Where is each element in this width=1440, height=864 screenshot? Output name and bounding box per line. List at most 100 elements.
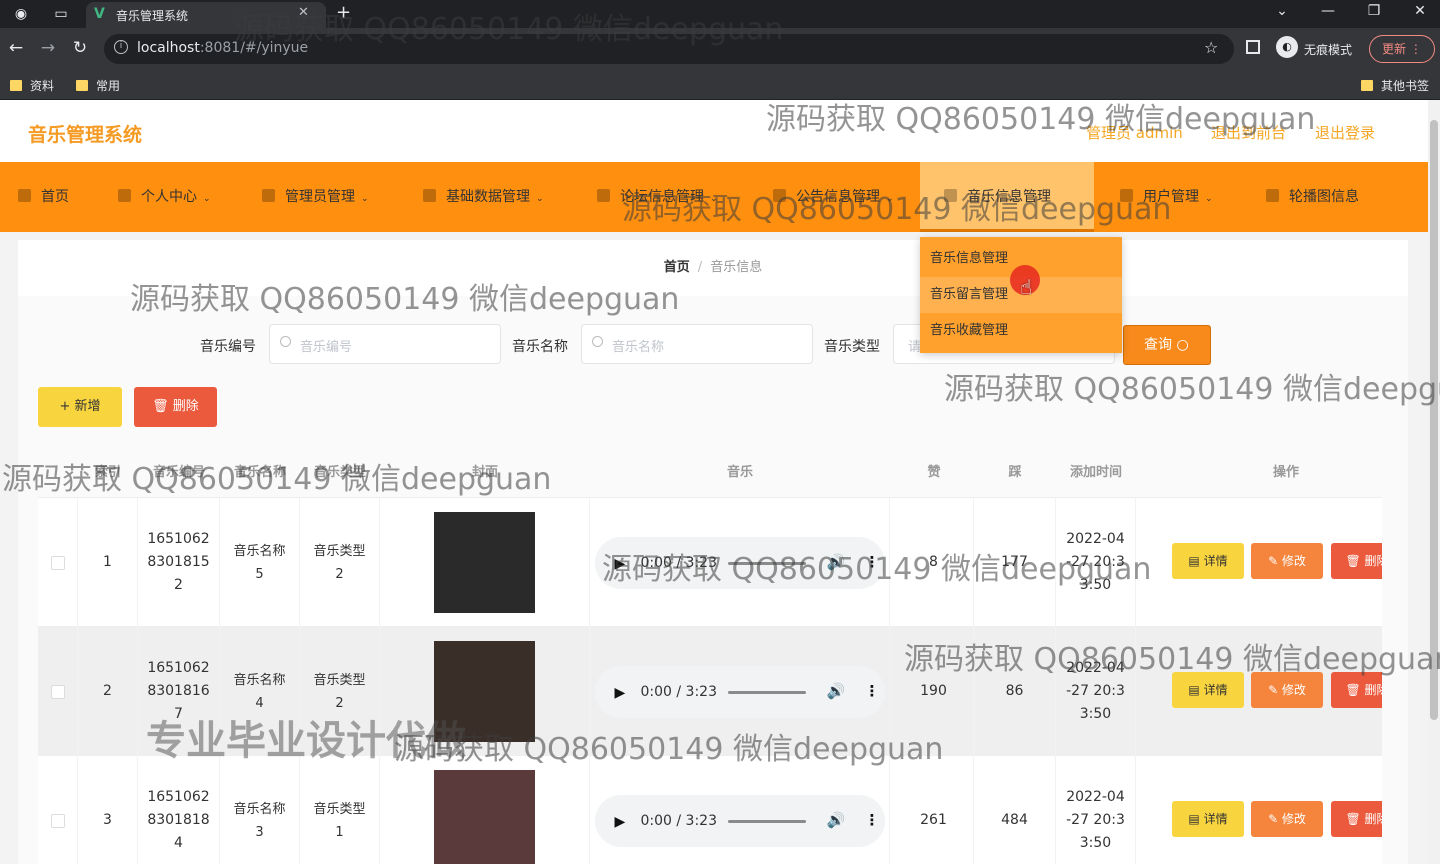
cell-likes: 261	[894, 756, 974, 864]
notice-icon	[773, 189, 786, 202]
row-checkbox[interactable]	[50, 813, 65, 828]
more-options-icon[interactable]: ⋮	[865, 551, 880, 574]
table-row: 1 1651062 8301815 2 音乐名称 5 音乐类型 2 ▶ 0:00 / 3:…	[38, 498, 1382, 627]
detail-button[interactable]: ▤ 详情	[1172, 801, 1244, 837]
home-icon	[18, 189, 31, 202]
new-tab-icon[interactable]: +	[336, 2, 351, 23]
more-options-icon[interactable]: ⋮	[865, 680, 880, 703]
main-menu: 首页 个人中心 ⌄ 管理员管理 ⌄ 基础数据管理 ⌄ 论坛信息管理 ⌄ 公告信息管理 ⌄ …	[0, 162, 1428, 232]
edit-button[interactable]: ✎ 修改	[1251, 543, 1323, 579]
exit-to-frontend-link[interactable]: 退出到前台	[1211, 122, 1286, 143]
menu-item-basic-data[interactable]: 基础数据管理 ⌄	[423, 162, 544, 232]
page-scrollbar[interactable]	[1428, 100, 1440, 864]
audio-player[interactable]: ▶ 0:00 / 3:23 🔊 ⋮	[594, 665, 885, 718]
play-icon[interactable]: ▶	[615, 811, 626, 834]
more-options-icon[interactable]: ⋮	[865, 809, 880, 832]
pointer-hand-icon: ☝	[1020, 275, 1033, 299]
breadcrumb-home[interactable]: 首页	[664, 260, 690, 275]
row-checkbox-cell	[38, 627, 78, 756]
edit-button[interactable]: ✎ 修改	[1251, 801, 1323, 837]
folder-icon	[76, 80, 88, 91]
menu-item-profile[interactable]: 个人中心 ⌄	[118, 162, 211, 232]
back-icon[interactable]: ←	[6, 38, 26, 58]
music-icon	[944, 189, 957, 202]
row-checkbox[interactable]	[50, 684, 65, 699]
detail-button[interactable]: ▤ 详情	[1172, 672, 1244, 708]
bookmark-star-icon[interactable]: ☆	[1204, 38, 1218, 57]
cell-likes: 8	[894, 498, 974, 627]
browser-tab[interactable]: V 音乐管理系统 ✕	[86, 2, 326, 28]
col-code: 音乐编号	[152, 465, 205, 480]
user-icon	[118, 189, 131, 202]
menu-item-home[interactable]: 首页	[18, 162, 69, 232]
query-button[interactable]: 查询 ○	[1123, 325, 1211, 365]
site-info-icon[interactable]: i	[114, 40, 128, 54]
menu-item-notice[interactable]: 公告信息管理 ⌄	[773, 162, 894, 232]
cell-actions: ▤ 详情✎ 修改🗑 删除	[1136, 756, 1382, 864]
tab-close-icon[interactable]: ✕	[298, 5, 309, 20]
cover-image[interactable]	[434, 512, 535, 613]
side-panel-icon[interactable]	[1246, 40, 1260, 54]
cell-index: 3	[78, 756, 138, 864]
volume-icon[interactable]: 🔊	[827, 680, 846, 703]
minimize-icon[interactable]: —	[1318, 3, 1338, 19]
logout-link[interactable]: 退出登录	[1315, 122, 1375, 143]
cover-image[interactable]	[434, 641, 535, 742]
menu-item-admin[interactable]: 管理员管理 ⌄	[262, 162, 369, 232]
other-bookmarks[interactable]: 其他书签	[1361, 77, 1429, 94]
menu-item-users[interactable]: 用户管理 ⌄	[1120, 162, 1213, 232]
row-checkbox-cell	[38, 756, 78, 864]
col-dislikes: 踩	[1008, 465, 1022, 480]
col-index: 索引	[94, 465, 121, 480]
col-name: 音乐名称	[233, 465, 286, 480]
menu-item-music[interactable]: 音乐信息管理	[920, 162, 1094, 232]
batch-delete-button[interactable]: 🗑 删除	[134, 387, 217, 427]
update-button[interactable]: 更新 ⋮	[1369, 35, 1435, 63]
submenu-music-favorites[interactable]: 音乐收藏管理	[920, 313, 1122, 349]
delete-button[interactable]: 🗑 删除	[1331, 801, 1382, 837]
reload-icon[interactable]: ↻	[70, 38, 90, 58]
audio-player[interactable]: ▶ 0:00 / 3:23 🔊 ⋮	[594, 794, 885, 847]
scrollbar-thumb[interactable]	[1430, 120, 1438, 720]
audio-progress[interactable]	[727, 561, 806, 565]
cover-image[interactable]	[434, 770, 535, 864]
search-label-type: 音乐类型	[824, 339, 880, 355]
incognito-icon[interactable]: ◐	[1276, 36, 1298, 58]
url-input[interactable]: i localhost:8081/#/yinyue ☆	[104, 34, 1234, 64]
play-icon[interactable]: ▶	[615, 682, 626, 705]
cell-type: 音乐类型 2	[300, 498, 380, 627]
cell-added-time: 2022-04 -27 20:3 3:50	[1056, 498, 1136, 627]
delete-button[interactable]: 🗑 删除	[1331, 543, 1382, 579]
tab-list-chevron-icon[interactable]: ⌄	[1272, 3, 1292, 19]
cell-audio: ▶ 0:00 / 3:23 🔊 ⋮	[590, 498, 890, 627]
admin-user-label: 管理员 admin	[1086, 124, 1183, 142]
add-button[interactable]: + 新增	[38, 387, 122, 427]
close-window-icon[interactable]: ✕	[1410, 3, 1430, 19]
bookmark-folder[interactable]: 常用	[76, 77, 120, 94]
restore-icon[interactable]: ❐	[1364, 3, 1384, 19]
audio-player[interactable]: ▶ 0:00 / 3:23 🔊 ⋮	[594, 536, 885, 589]
menu-item-carousel[interactable]: 轮播图信息	[1266, 162, 1359, 232]
volume-icon[interactable]: 🔊	[827, 809, 846, 832]
tab-search-icon[interactable]: ▭	[52, 5, 70, 23]
row-checkbox[interactable]	[50, 555, 65, 570]
bookmark-folder[interactable]: 资料	[10, 77, 54, 94]
search-input-code[interactable]: 音乐编号	[269, 324, 501, 364]
col-added: 添加时间	[1069, 465, 1122, 480]
audio-progress[interactable]	[727, 819, 806, 823]
detail-button[interactable]: ▤ 详情	[1172, 543, 1244, 579]
edit-button[interactable]: ✎ 修改	[1251, 672, 1323, 708]
delete-button[interactable]: 🗑 删除	[1331, 672, 1382, 708]
play-icon[interactable]: ▶	[615, 553, 626, 576]
address-bar: ← → ↻ i localhost:8081/#/yinyue ☆	[0, 28, 1440, 70]
audio-progress[interactable]	[727, 690, 806, 694]
forward-icon[interactable]: →	[38, 38, 58, 58]
cell-type: 音乐类型 1	[300, 756, 380, 864]
search-input-name[interactable]: 音乐名称	[581, 324, 813, 364]
cell-cover	[380, 498, 590, 627]
col-type: 音乐类型	[313, 465, 366, 480]
volume-icon[interactable]: 🔊	[827, 551, 846, 574]
cell-code: 1651062 8301818 4	[138, 756, 220, 864]
menu-item-forum[interactable]: 论坛信息管理 ⌄	[597, 162, 718, 232]
browser-profile-icon[interactable]: ◉	[12, 5, 30, 23]
